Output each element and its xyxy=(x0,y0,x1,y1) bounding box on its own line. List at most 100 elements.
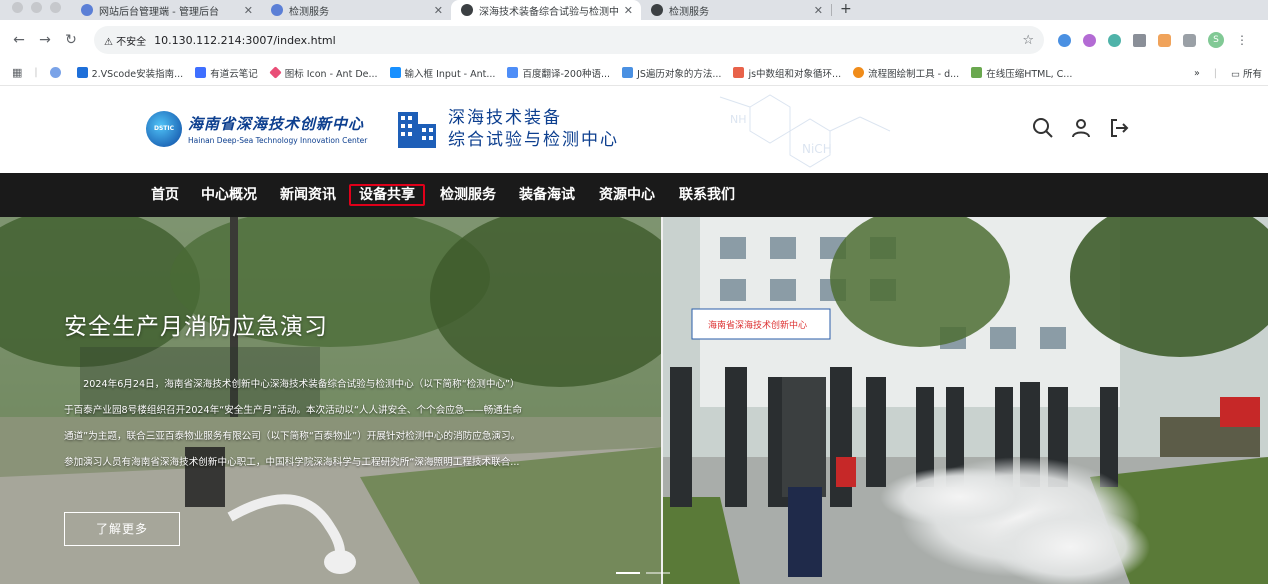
nav-item-home[interactable]: 首页 xyxy=(150,184,180,206)
logout-icon[interactable] xyxy=(1108,117,1130,139)
learn-more-button[interactable]: 了解更多 xyxy=(64,512,180,546)
nav-item-about[interactable]: 中心概况 xyxy=(200,184,258,206)
main-nav: 首页 中心概况 新闻资讯 设备共享 检测服务 装备海试 资源中心 联系我们 xyxy=(0,173,1268,217)
extension-icon[interactable] xyxy=(1083,33,1096,47)
bookmark-label: 2.VScode安装指南... xyxy=(91,68,184,80)
puzzle-icon[interactable] xyxy=(1183,33,1196,47)
bookmark-item[interactable]: 有道云笔记 xyxy=(195,66,258,80)
browser-tab[interactable]: 检测服务 ✕ xyxy=(261,0,451,20)
bookmark-item[interactable]: 图标 Icon - Ant De... xyxy=(268,66,378,80)
forward-icon[interactable]: → xyxy=(32,32,58,48)
browser-tab-active[interactable]: 深海技术装备综合试验与检测中 ✕ xyxy=(451,0,641,20)
tab-title: 检测服务 xyxy=(289,6,329,18)
bookmark-item[interactable] xyxy=(49,67,65,78)
bookmark-label: js中数组和对象循环... xyxy=(748,68,842,80)
hero-summary-line: 于百泰产业园8号楼组织召开2024年“安全生产月”活动。本次活动以“人人讲安全、… xyxy=(64,405,522,416)
tab-title: 检测服务 xyxy=(669,6,709,18)
extension-icon[interactable] xyxy=(1158,33,1171,47)
bookmark-label: 流程图绘制工具 - d... xyxy=(868,68,960,80)
hero-summary-line: 通道”为主题，联合三亚百泰物业服务有限公司（以下简称“百泰物业”）开展针对检测中… xyxy=(64,431,521,442)
bookmark-favicon-icon xyxy=(49,67,61,78)
bookmark-star-icon[interactable]: ☆ xyxy=(1022,33,1034,48)
site-header: NH NiCH DSTIC 海南省深海技术创新中心 Hainan Deep-Se… xyxy=(0,87,1268,173)
bookmark-favicon-icon xyxy=(195,67,207,78)
user-icon[interactable] xyxy=(1070,117,1092,139)
bookmark-item[interactable]: 输入框 Input - Ant... xyxy=(389,66,496,80)
extension-icon[interactable] xyxy=(1058,33,1071,47)
window-controls xyxy=(0,0,71,20)
bookmark-item[interactable]: js中数组和对象循环... xyxy=(733,66,841,80)
minimize-window-button[interactable] xyxy=(31,2,42,13)
back-icon[interactable]: ← xyxy=(6,32,32,48)
bookmark-item[interactable]: JS遍历对象的方法... xyxy=(622,66,721,80)
close-tab-icon[interactable]: ✕ xyxy=(434,4,443,17)
browser-tab[interactable]: 网站后台管理端 - 管理后台 ✕ xyxy=(71,0,261,20)
close-tab-icon[interactable]: ✕ xyxy=(814,4,823,17)
close-tab-icon[interactable]: ✕ xyxy=(244,4,253,17)
header-actions xyxy=(1032,117,1130,139)
bookmark-label: 有道云笔记 xyxy=(210,68,258,80)
bookmark-favicon-icon xyxy=(389,67,401,78)
menu-kebab-icon[interactable]: ⋮ xyxy=(1236,33,1248,47)
bookmark-favicon-icon xyxy=(853,67,865,78)
hero-title: 安全生产月消防应急演习 xyxy=(64,314,328,340)
test-center-logo[interactable]: 深海技术装备 综合试验与检测中心 xyxy=(396,107,619,151)
close-window-button[interactable] xyxy=(12,2,23,13)
extension-icon[interactable] xyxy=(1133,33,1146,47)
bookmark-item[interactable]: 流程图绘制工具 - d... xyxy=(853,66,959,80)
new-tab-button[interactable]: + xyxy=(832,1,860,19)
molecule-decoration-icon: NH NiCH xyxy=(719,94,891,168)
search-icon[interactable] xyxy=(1032,117,1054,139)
carousel-dot[interactable] xyxy=(646,572,670,574)
center-logo[interactable]: DSTIC 海南省深海技术创新中心 Hainan Deep-Sea Techno… xyxy=(146,111,367,147)
browser-tab-strip: 网站后台管理端 - 管理后台 ✕ 检测服务 ✕ 深海技术装备综合试验与检测中 ✕… xyxy=(0,0,1268,20)
bookmark-label: JS遍历对象的方法... xyxy=(637,68,722,80)
nav-item-testing-services[interactable]: 检测服务 xyxy=(439,184,497,206)
vue-favicon-icon xyxy=(271,4,283,16)
bookmark-divider: | xyxy=(1213,67,1217,79)
profile-avatar[interactable]: S xyxy=(1208,32,1224,48)
nav-item-news[interactable]: 新闻资讯 xyxy=(279,184,337,206)
tab-title: 网站后台管理端 - 管理后台 xyxy=(99,6,219,18)
bookmark-divider: | xyxy=(34,67,38,78)
nav-item-contact[interactable]: 联系我们 xyxy=(678,184,736,206)
nav-item-sea-trials[interactable]: 装备海试 xyxy=(518,184,576,206)
carousel-indicators xyxy=(616,572,670,574)
bookmark-item[interactable]: 在线压缩HTML, C... xyxy=(971,66,1072,80)
all-bookmarks-label: 所有 xyxy=(1242,69,1262,80)
close-tab-icon[interactable]: ✕ xyxy=(624,4,633,17)
bookmark-item[interactable]: 2.VScode安装指南... xyxy=(76,66,184,80)
security-label: 不安全 xyxy=(116,36,147,48)
svg-text:NH: NH xyxy=(730,113,747,126)
test-center-title-line1: 深海技术装备 xyxy=(448,108,562,128)
building-icon xyxy=(398,112,436,148)
nav-item-equipment-sharing[interactable]: 设备共享 xyxy=(349,184,425,206)
globe-icon xyxy=(651,4,663,16)
bookmark-label: 在线压缩HTML, C... xyxy=(986,68,1073,80)
tab-title: 深海技术装备综合试验与检测中 xyxy=(479,6,618,18)
bookmarks-overflow-button[interactable]: » xyxy=(1194,68,1200,79)
bookmark-label: 图标 Icon - Ant De... xyxy=(284,68,378,80)
browser-tab[interactable]: 检测服务 ✕ xyxy=(641,0,831,20)
dstic-badge-icon: DSTIC xyxy=(146,111,182,147)
bookmark-label: 输入框 Input - Ant... xyxy=(404,68,496,80)
bookmark-item[interactable]: 百度翻译-200种语... xyxy=(507,66,610,80)
bookmarks-bar: ▦ | 2.VScode安装指南... 有道云笔记 图标 Icon - Ant … xyxy=(0,60,1268,86)
address-bar[interactable]: ⚠ 不安全 10.130.112.214:3007/index.html ☆ xyxy=(94,26,1044,54)
extension-icon[interactable] xyxy=(1108,33,1121,47)
carousel-dot-active[interactable] xyxy=(616,572,640,574)
nav-item-resources[interactable]: 资源中心 xyxy=(598,184,656,206)
reload-icon[interactable]: ↻ xyxy=(58,32,84,48)
bookmark-favicon-icon xyxy=(971,67,983,78)
bookmark-favicon-icon xyxy=(76,67,88,78)
security-warning[interactable]: ⚠ 不安全 xyxy=(104,33,146,48)
maximize-window-button[interactable] xyxy=(50,2,61,13)
apps-grid-icon[interactable]: ▦ xyxy=(12,66,22,79)
vue-favicon-icon xyxy=(81,4,93,16)
url-text[interactable]: 10.130.112.214:3007/index.html xyxy=(154,34,1022,47)
all-bookmarks-folder[interactable]: ▭ 所有 xyxy=(1231,66,1262,80)
extensions-area: S ⋮ xyxy=(1058,32,1248,48)
bookmark-label: 百度翻译-200种语... xyxy=(522,68,611,80)
hero-summary: 2024年6月24日，海南省深海技术创新中心深海技术装备综合试验与检测中心（以下… xyxy=(64,372,594,476)
bookmark-favicon-icon xyxy=(622,67,634,78)
